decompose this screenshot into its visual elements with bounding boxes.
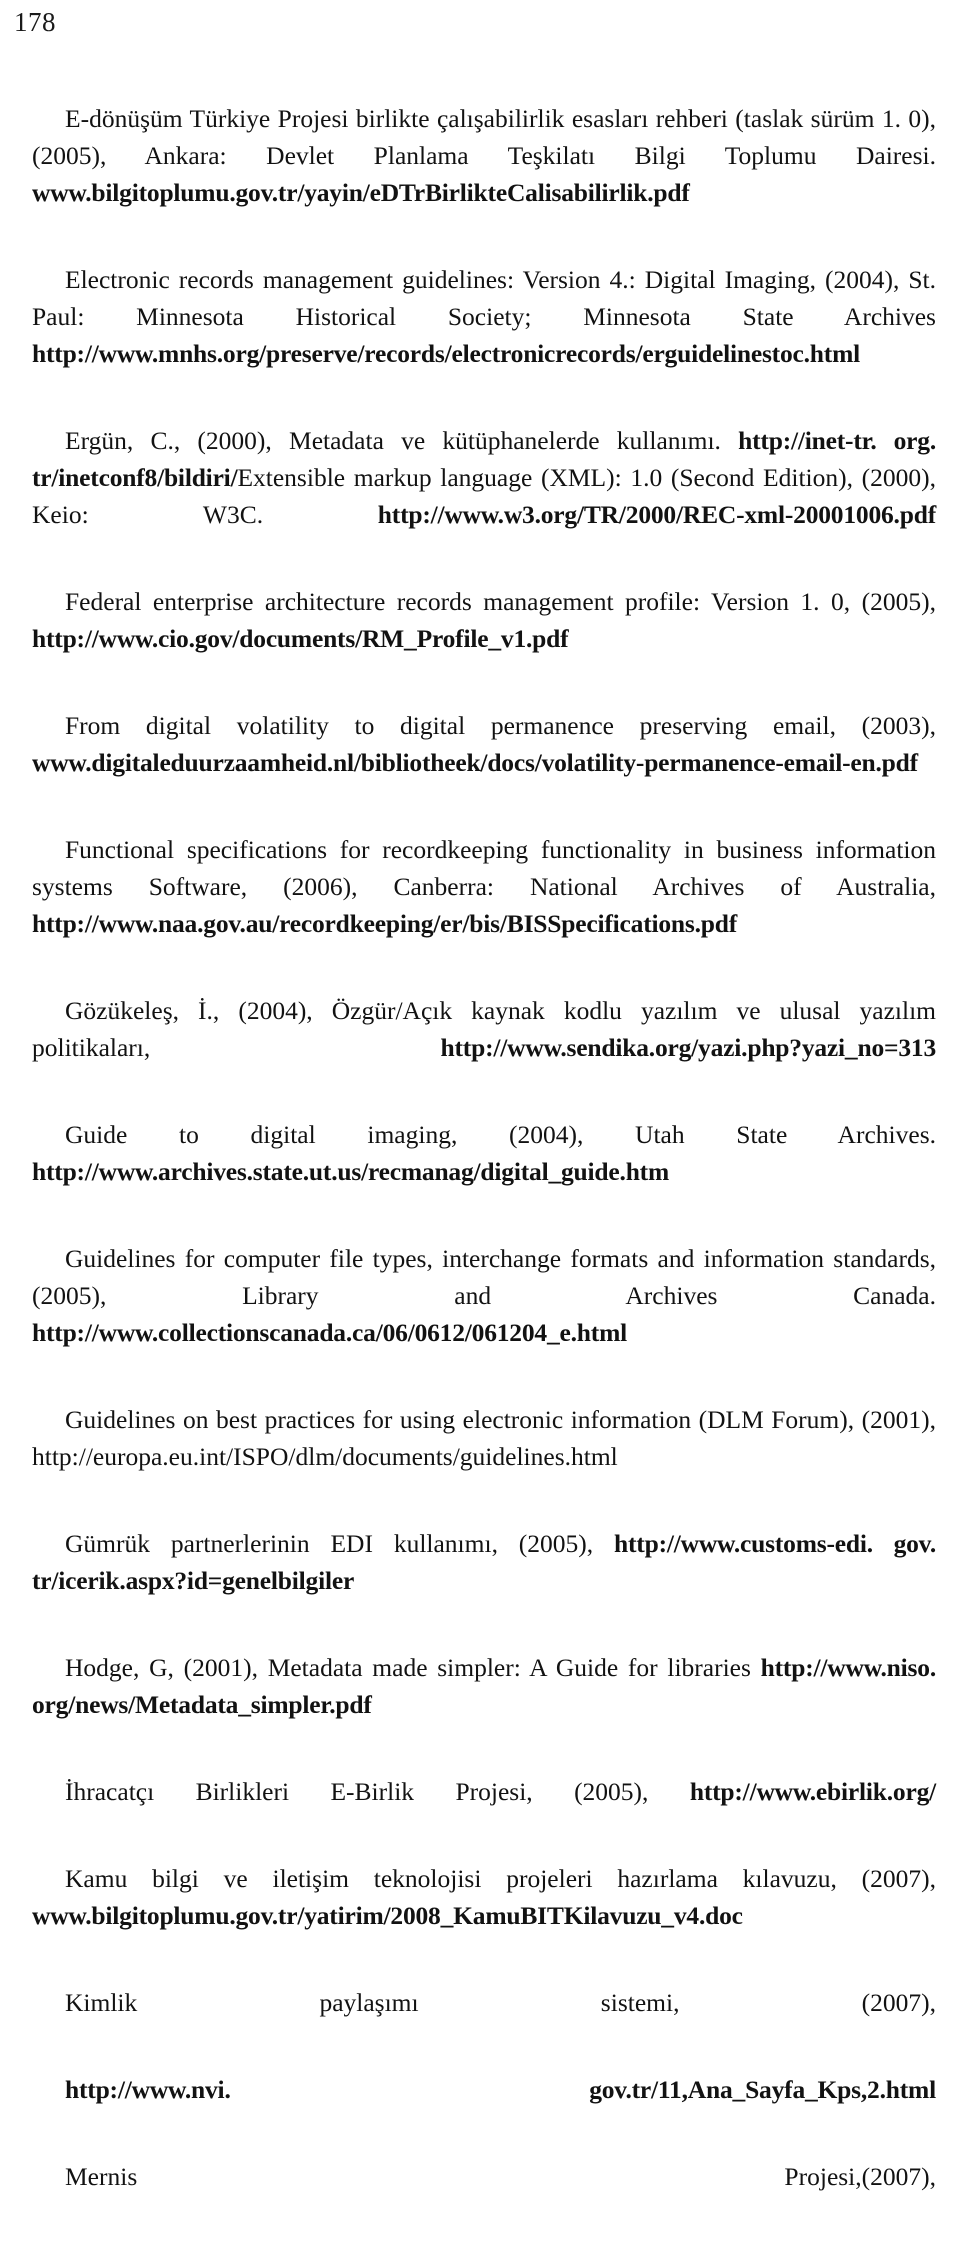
reference-text: Guidelines on best practices for using e… [32, 1405, 936, 1471]
reference-entry: Gözükeleş, İ., (2004), Özgür/Açık kaynak… [32, 992, 936, 1103]
reference-entry: E-dönüşüm Türkiye Projesi birlikte çalış… [32, 100, 936, 248]
reference-entry: Functional specifications for recordkeep… [32, 831, 936, 979]
reference-entry: Ergün, C., (2000), Metadata ve kütüphane… [32, 422, 936, 570]
reference-entry: Guide to digital imaging, (2004), Utah S… [32, 1116, 936, 1227]
reference-text: Functional specifications for recordkeep… [32, 835, 936, 901]
reference-text: Guide to digital imaging, (2004), Utah S… [65, 1120, 936, 1149]
reference-list: E-dönüşüm Türkiye Projesi birlikte çalış… [32, 100, 936, 2245]
reference-url[interactable]: http://www.sendika.org/yazi.php?yazi_no=… [441, 1033, 937, 1062]
reference-url[interactable]: http://www.archives.state.ut.us/recmanag… [32, 1157, 669, 1186]
reference-text: Mernis Projesi,(2007), [65, 2162, 936, 2191]
reference-text: Ergün, C., (2000), Metadata ve kütüphane… [65, 426, 739, 455]
reference-url[interactable]: http://www.naa.gov.au/recordkeeping/er/b… [32, 909, 737, 938]
reference-text: Hodge, G, (2001), Metadata made simpler:… [65, 1653, 761, 1682]
reference-text: Federal enterprise architecture records … [65, 587, 936, 616]
reference-entry: İhracatçı Birlikleri E-Birlik Projesi, (… [32, 1773, 936, 1847]
reference-url[interactable]: www.digitaleduurzaamheid.nl/bibliotheek/… [32, 748, 918, 777]
reference-text: Kamu bilgi ve iletişim teknolojisi proje… [65, 1864, 936, 1893]
reference-entry: Guidelines for computer file types, inte… [32, 1240, 936, 1388]
document-page: 178 E-dönüşüm Türkiye Projesi birlikte ç… [0, 0, 960, 2191]
reference-text: Guidelines for computer file types, inte… [32, 1244, 936, 1310]
reference-entry: Federal enterprise architecture records … [32, 583, 936, 694]
reference-entry: Hodge, G, (2001), Metadata made simpler:… [32, 1649, 936, 1760]
reference-entry: http://www.nvi. gov.tr/11,Ana_Sayfa_Kps,… [32, 2071, 936, 2145]
reference-entry: Kimlik paylaşımı sistemi, (2007), [32, 1984, 936, 2058]
reference-text: Electronic records management guidelines… [32, 265, 936, 331]
reference-entry: Electronic records management guidelines… [32, 261, 936, 409]
reference-url[interactable]: www.bilgitoplumu.gov.tr/yatirim/2008_Kam… [32, 1901, 743, 1930]
reference-url[interactable]: http://www.mnhs.org/preserve/records/ele… [32, 339, 860, 368]
reference-text: Kimlik paylaşımı sistemi, (2007), [65, 1988, 936, 2017]
reference-url[interactable]: http://www.ebirlik.org/ [690, 1777, 936, 1806]
reference-url[interactable]: www.bilgitoplumu.gov.tr/yayin/eDTrBirlik… [32, 178, 690, 207]
reference-text: From digital volatility to digital perma… [65, 711, 936, 740]
reference-url[interactable]: http://www.cio.gov/documents/RM_Profile_… [32, 624, 569, 653]
reference-entry: Kamu bilgi ve iletişim teknolojisi proje… [32, 1860, 936, 1971]
reference-entry: Gümrük partnerlerinin EDI kullanımı, (20… [32, 1525, 936, 1636]
reference-url[interactable]: http://www.w3.org/TR/2000/REC-xml-200010… [378, 500, 936, 529]
reference-text: Gümrük partnerlerinin EDI kullanımı, (20… [65, 1529, 615, 1558]
reference-url[interactable]: http://www.collectionscanada.ca/06/0612/… [32, 1318, 627, 1347]
reference-text: E-dönüşüm Türkiye Projesi birlikte çalış… [32, 104, 936, 170]
reference-url[interactable]: http://www.nvi. gov.tr/11,Ana_Sayfa_Kps,… [65, 2075, 936, 2104]
page-number: 178 [14, 7, 56, 37]
reference-entry: From digital volatility to digital perma… [32, 707, 936, 818]
reference-text: İhracatçı Birlikleri E-Birlik Projesi, (… [65, 1777, 690, 1806]
reference-entry: Mernis Projesi,(2007), [32, 2158, 936, 2232]
reference-entry: Guidelines on best practices for using e… [32, 1401, 936, 1512]
